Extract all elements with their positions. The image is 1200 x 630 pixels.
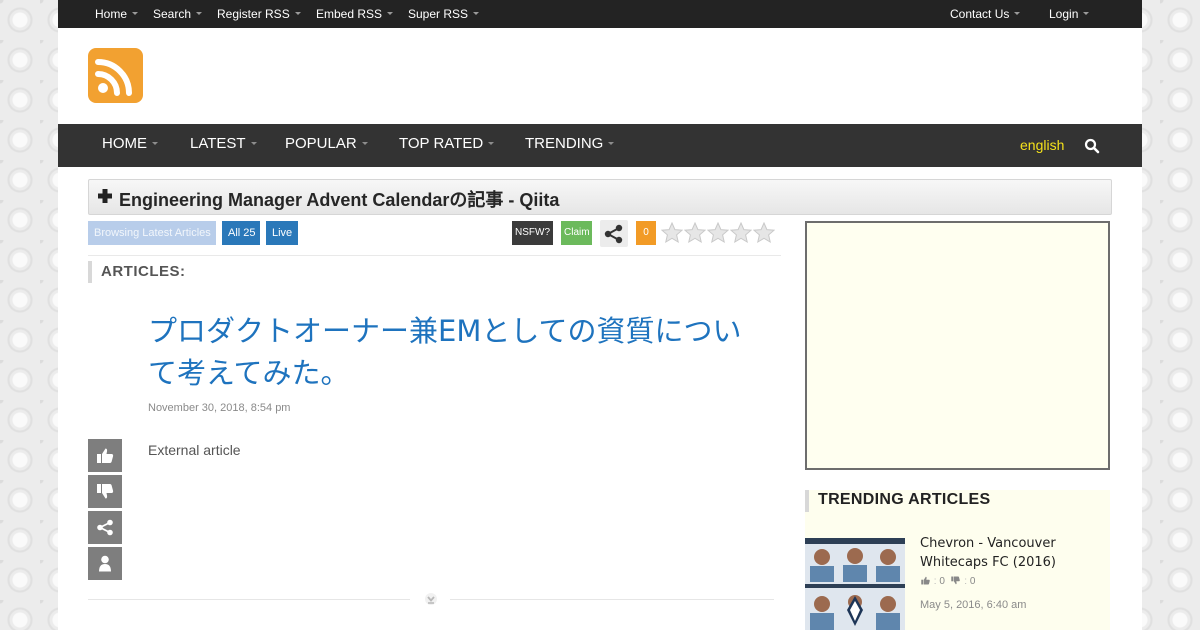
topnav-register-rss[interactable]: Register RSS [217, 0, 301, 28]
nav-top-rated[interactable]: TOP RATED [399, 124, 495, 167]
down-count: 0 [969, 576, 976, 587]
caret-down-icon [387, 12, 394, 16]
share-icon [604, 224, 623, 244]
topnav-search[interactable]: Search [153, 0, 203, 28]
thumbs-down-icon [97, 484, 114, 499]
trending-article-link[interactable]: Chevron - Vancouver Whitecaps FC (2016) [920, 534, 1100, 572]
nav-popular[interactable]: POPULAR [285, 124, 368, 167]
articles-heading: ARTICLES: [88, 261, 186, 283]
feed-title[interactable]: Engineering Manager Advent Calendarの記事 -… [119, 186, 559, 212]
caret-down-icon [196, 12, 203, 16]
trending-thumbnail[interactable] [805, 538, 905, 630]
thumbs-down-icon[interactable] [950, 576, 961, 585]
caret-down-icon [361, 141, 368, 145]
star-icon[interactable] [753, 222, 775, 244]
claim-button[interactable]: Claim [561, 221, 592, 245]
caret-down-icon [608, 141, 615, 145]
topnav-login[interactable]: Login [1049, 0, 1090, 28]
like-button[interactable] [88, 439, 122, 472]
article-title[interactable]: プロダクトオーナー兼EMとしての資質について考えてみた。 [148, 310, 768, 394]
nav-popular-label: POPULAR [285, 135, 357, 152]
topnav-register-rss-label: Register RSS [217, 7, 290, 21]
topnav-home-label: Home [95, 7, 128, 21]
nav-trending[interactable]: TRENDING [525, 124, 615, 167]
rating-count-badge: 0 [636, 221, 656, 245]
topnav-contact-us-label: Contact Us [950, 7, 1010, 21]
nav-home[interactable]: HOME [102, 124, 158, 167]
share-button[interactable] [600, 220, 628, 247]
thumbs-up-icon [97, 448, 114, 463]
trending-votes: : 0 : 0 [920, 576, 975, 587]
nav-trending-label: TRENDING [525, 135, 604, 152]
vote-separator: : [933, 576, 937, 587]
nav-latest[interactable]: LATEST [190, 124, 257, 167]
all-articles-button[interactable]: All 25 [222, 221, 260, 245]
topnav-search-label: Search [153, 7, 192, 21]
caret-down-icon [1014, 12, 1021, 16]
nav-top-rated-label: TOP RATED [399, 135, 484, 152]
team-photo-image [805, 538, 905, 630]
page-container: Home Search Register RSS Embed RSS Super… [58, 0, 1142, 630]
share-article-button[interactable] [88, 511, 122, 544]
feed-title-bar: Engineering Manager Advent Calendarの記事 -… [88, 179, 1112, 215]
caret-down-icon [294, 12, 301, 16]
article-date: November 30, 2018, 8:54 pm [148, 402, 291, 414]
caret-down-icon [250, 141, 257, 145]
browse-latest-button[interactable]: Browsing Latest Articles [88, 221, 216, 245]
caret-down-icon [488, 141, 495, 145]
up-count: 0 [939, 576, 945, 587]
user-icon [99, 555, 111, 572]
nav-home-label: HOME [102, 135, 147, 152]
star-icon[interactable] [661, 222, 683, 244]
nav-latest-label: LATEST [190, 135, 246, 152]
topnav-super-rss[interactable]: Super RSS [408, 0, 480, 28]
plus-icon[interactable] [97, 188, 113, 204]
arrow-down-circle-icon [425, 593, 437, 605]
caret-down-icon [473, 12, 480, 16]
thumbs-up-icon[interactable] [920, 576, 931, 585]
topnav-super-rss-label: Super RSS [408, 7, 469, 21]
ad-box [805, 221, 1110, 470]
article-body: External article [148, 442, 241, 458]
main-nav: HOME LATEST POPULAR TOP RATED TRENDING e… [58, 124, 1142, 167]
trending-heading: TRENDING ARTICLES [818, 491, 991, 508]
topnav-embed-rss[interactable]: Embed RSS [316, 0, 394, 28]
dislike-button[interactable] [88, 475, 122, 508]
topnav-embed-rss-label: Embed RSS [316, 7, 383, 21]
star-icon[interactable] [707, 222, 729, 244]
share-icon [97, 519, 113, 536]
caret-down-icon [152, 141, 158, 145]
site-logo[interactable] [88, 48, 143, 103]
topnav-login-label: Login [1049, 7, 1079, 21]
star-icon[interactable] [730, 222, 752, 244]
trending-date: May 5, 2016, 6:40 am [920, 599, 1027, 611]
rss-icon [95, 59, 132, 96]
topnav-home[interactable]: Home [95, 0, 139, 28]
vote-separator: : [964, 576, 968, 587]
divider [450, 599, 774, 600]
top-bar: Home Search Register RSS Embed RSS Super… [58, 0, 1142, 28]
language-selector[interactable]: english [1020, 124, 1064, 167]
search-icon[interactable] [1084, 138, 1100, 154]
live-button[interactable]: Live [266, 221, 298, 245]
caret-down-icon [132, 12, 139, 16]
heading-accent-bar [805, 490, 809, 512]
topnav-contact-us[interactable]: Contact Us [950, 0, 1021, 28]
divider [88, 255, 781, 256]
caret-down-icon [1083, 12, 1090, 16]
divider [88, 599, 410, 600]
author-button[interactable] [88, 547, 122, 580]
nsfw-button[interactable]: NSFW? [512, 221, 553, 245]
star-icon[interactable] [684, 222, 706, 244]
